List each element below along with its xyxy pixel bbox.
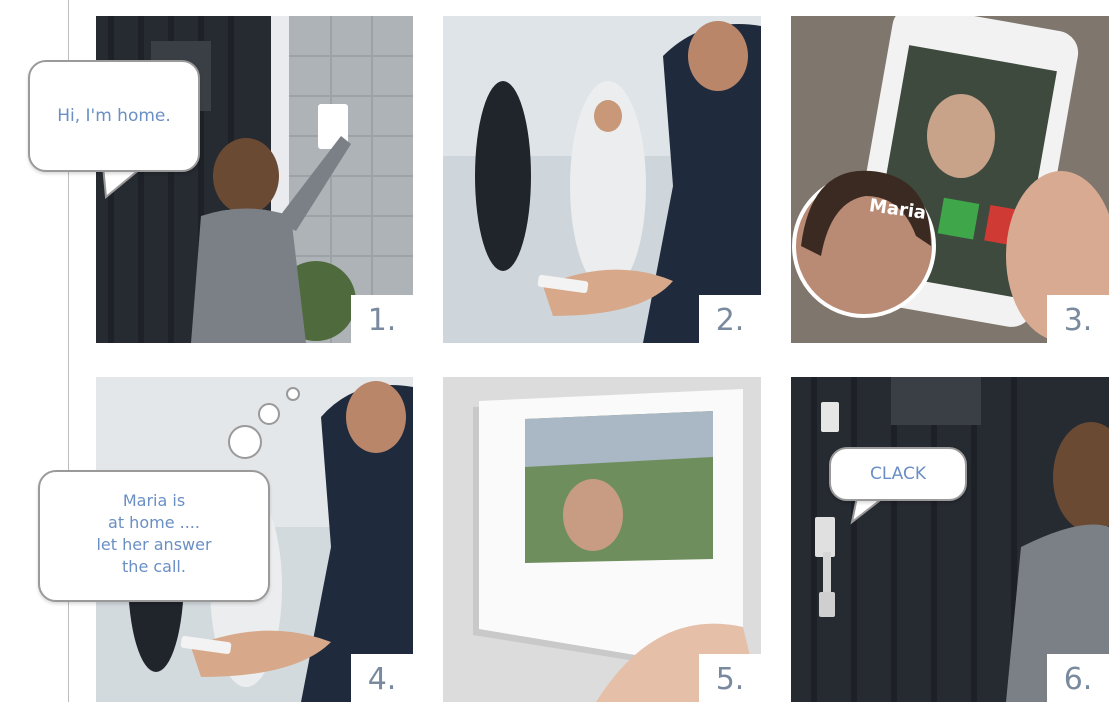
thought-line-3: let her answer (96, 535, 212, 554)
speech-bubble-clack: CLACK (829, 447, 967, 501)
panel-number: 4. (351, 654, 413, 702)
speech-bubble-clack-text: CLACK (869, 464, 927, 484)
panel-6-door-unlock: 6. (791, 377, 1109, 702)
thought-dot-large (228, 425, 262, 459)
thought-bubble-maria: Maria is at home .... let her answer the… (38, 470, 270, 602)
thought-line-4: the call. (122, 557, 186, 576)
panel-number: 5. (699, 654, 761, 702)
panel-number: 6. (1047, 654, 1109, 702)
panel-2-man-with-phone: 2. (443, 16, 761, 343)
panel-2-image (443, 16, 761, 343)
panel-5-indoor-monitor: 5. (443, 377, 761, 702)
panel-number: 2. (699, 295, 761, 343)
thought-dot-small (286, 387, 300, 401)
thought-dot-medium (258, 403, 280, 425)
panel-3-smartphone-call: Maria 3. (791, 16, 1109, 343)
thought-line-1: Maria is (122, 491, 186, 510)
thought-line-2: at home .... (108, 513, 200, 532)
speech-bubble-tail-cover (106, 166, 154, 170)
speech-bubble-home-text: Hi, I'm home. (57, 106, 171, 126)
speech-bubble-home: Hi, I'm home. (28, 60, 200, 172)
speech-bubble-tail-cover-clack (858, 495, 888, 499)
panel-3-image (791, 16, 1109, 343)
panel-number: 1. (351, 295, 413, 343)
panel-number: 3. (1047, 295, 1109, 343)
